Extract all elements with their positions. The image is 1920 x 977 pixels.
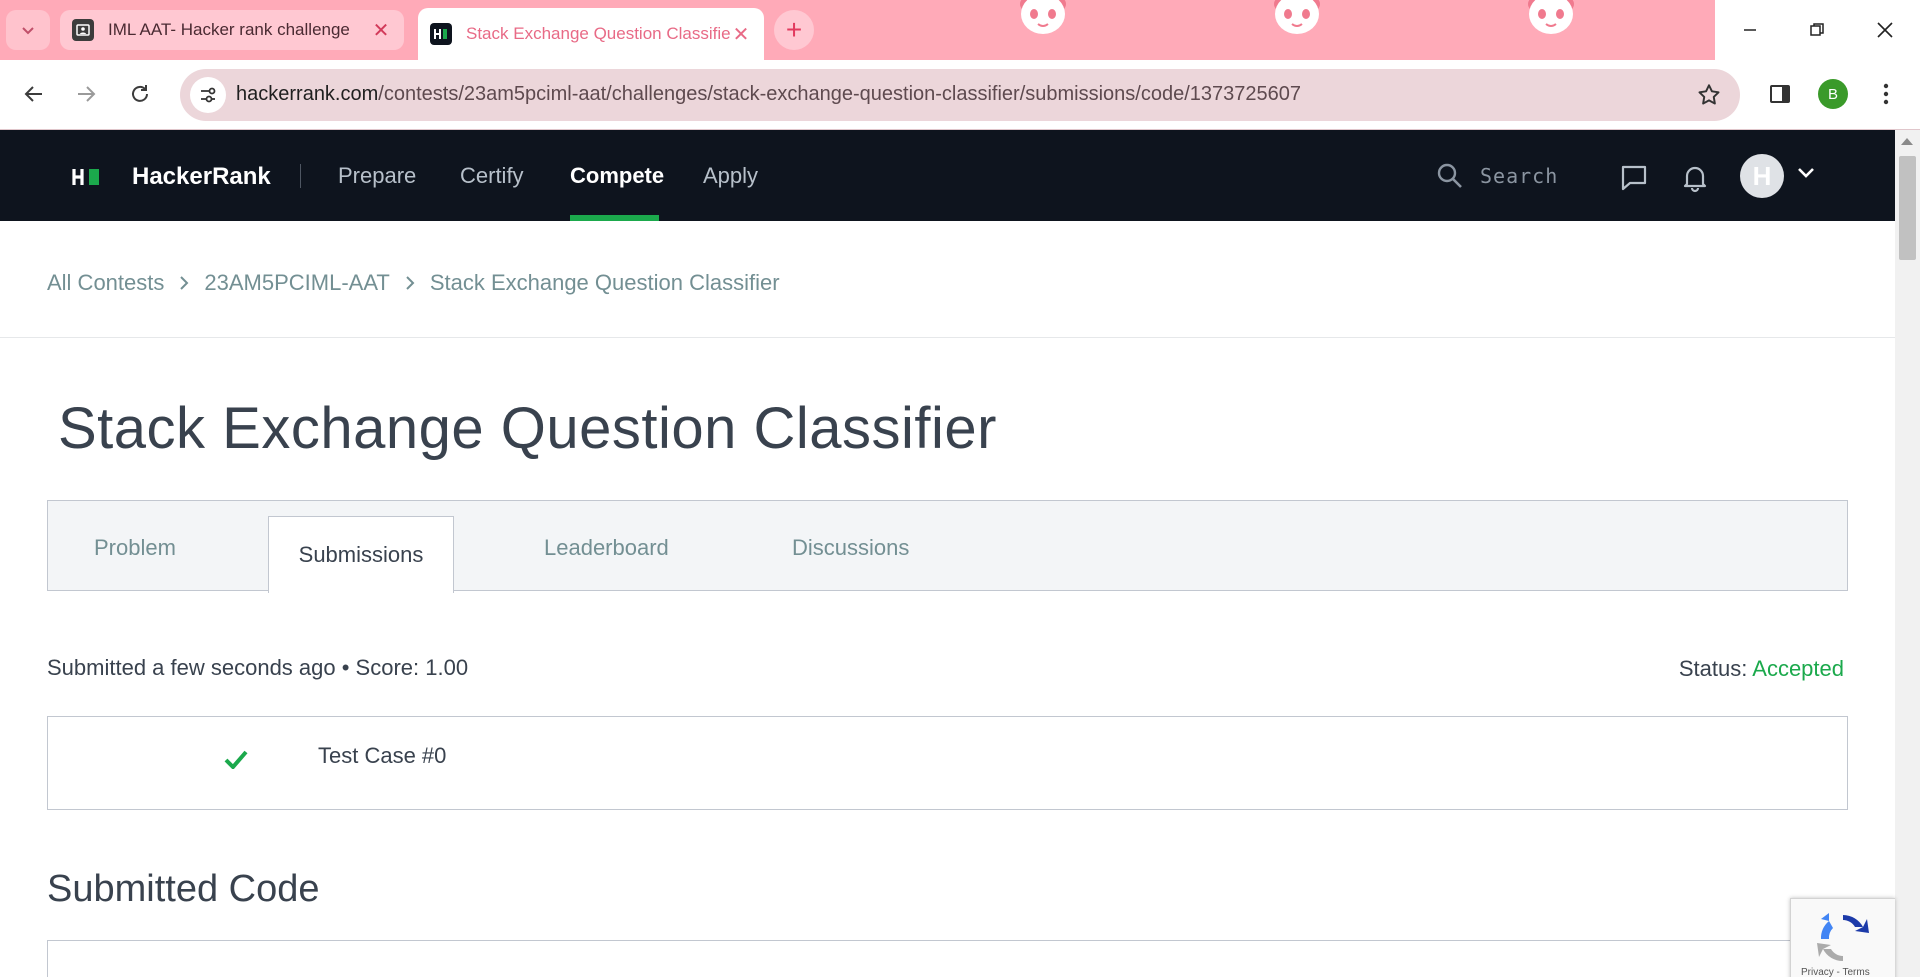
chevron-right-icon bbox=[404, 274, 416, 292]
url-path: /contests/23am5pciml-aat/challenges/stac… bbox=[378, 83, 1302, 105]
breadcrumb-all-contests[interactable]: All Contests bbox=[47, 270, 164, 296]
panda-theme-icon bbox=[1274, 0, 1320, 34]
user-avatar[interactable]: H bbox=[1740, 154, 1784, 198]
tab-title: Stack Exchange Question Classifier bbox=[466, 24, 730, 43]
notifications-button[interactable] bbox=[1679, 162, 1711, 194]
browser-tab-stack-exchange[interactable]: Stack Exchange Question Classifier ✕ bbox=[418, 8, 764, 60]
browser-menu-button[interactable] bbox=[1866, 74, 1906, 114]
new-tab-button[interactable]: + bbox=[774, 10, 814, 50]
submitted-code-heading: Submitted Code bbox=[47, 868, 320, 910]
hackerrank-navbar: HackerRank Prepare Certify Compete Apply… bbox=[0, 130, 1895, 221]
hackerrank-logo[interactable]: HackerRank bbox=[72, 163, 271, 191]
star-icon bbox=[1698, 84, 1720, 105]
breadcrumb: All Contests 23AM5PCIML-AAT Stack Exchan… bbox=[47, 270, 780, 296]
minimize-button[interactable] bbox=[1715, 0, 1785, 60]
close-icon[interactable]: ✕ bbox=[370, 19, 392, 42]
chevron-down-icon bbox=[1798, 168, 1814, 178]
browser-toolbar: hackerrank.com/contests/23am5pciml-aat/c… bbox=[0, 60, 1920, 130]
brand-name: HackerRank bbox=[132, 163, 271, 190]
nav-link-certify[interactable]: Certify bbox=[460, 163, 524, 189]
search-icon bbox=[1437, 163, 1462, 188]
tab-search-button[interactable] bbox=[6, 10, 50, 50]
status-label: Status: bbox=[1678, 656, 1748, 681]
close-window-button[interactable] bbox=[1850, 0, 1920, 60]
url-host: hackerrank.com bbox=[236, 83, 379, 105]
tab-problem[interactable]: Problem bbox=[94, 535, 176, 561]
reload-button[interactable] bbox=[120, 74, 160, 114]
recaptcha-icon bbox=[1817, 913, 1869, 962]
browser-tab-strip: IML AAT- Hacker rank challenge ✕ Stack E… bbox=[0, 0, 1920, 60]
check-icon bbox=[224, 749, 248, 774]
reload-icon bbox=[132, 85, 148, 102]
chat-icon bbox=[1621, 165, 1647, 191]
search-placeholder: Search bbox=[1480, 164, 1559, 188]
tab-submissions[interactable]: Submissions bbox=[268, 516, 454, 593]
address-bar[interactable]: hackerrank.com/contests/23am5pciml-aat/c… bbox=[180, 69, 1740, 121]
chevron-down-icon bbox=[22, 27, 34, 35]
side-panel-button[interactable] bbox=[1760, 74, 1800, 114]
hackerrank-logo-icon bbox=[72, 167, 102, 187]
forward-arrow-icon bbox=[78, 86, 96, 102]
nav-link-prepare[interactable]: Prepare bbox=[338, 163, 416, 189]
status-badge: Accepted bbox=[1752, 656, 1844, 681]
side-panel-icon bbox=[1770, 85, 1790, 103]
back-button[interactable] bbox=[14, 74, 54, 114]
close-icon[interactable]: ✕ bbox=[730, 23, 752, 46]
forward-button[interactable] bbox=[66, 74, 106, 114]
tab-title: IML AAT- Hacker rank challenge bbox=[108, 20, 350, 39]
profile-avatar: B bbox=[1818, 79, 1848, 109]
url-text: hackerrank.com/contests/23am5pciml-aat/c… bbox=[236, 83, 1301, 106]
bell-icon bbox=[1683, 166, 1707, 193]
scroll-up-arrow-icon[interactable] bbox=[1901, 138, 1913, 145]
browser-tab-iml[interactable]: IML AAT- Hacker rank challenge ✕ bbox=[60, 10, 404, 50]
nav-link-apply[interactable]: Apply bbox=[703, 163, 758, 189]
submission-status: Status: Accepted bbox=[1679, 656, 1844, 682]
bookmark-button[interactable] bbox=[1696, 82, 1722, 113]
tab-discussions[interactable]: Discussions bbox=[792, 535, 909, 561]
test-case-row[interactable]: Test Case #0 bbox=[47, 716, 1848, 810]
scrollbar-thumb[interactable] bbox=[1899, 156, 1916, 260]
hackerrank-favicon-icon bbox=[430, 23, 452, 45]
divider bbox=[300, 164, 301, 188]
page-title: Stack Exchange Question Classifier bbox=[58, 396, 997, 461]
profile-button[interactable]: B bbox=[1813, 74, 1853, 114]
minimize-icon bbox=[1744, 29, 1756, 31]
classroom-icon bbox=[72, 19, 94, 41]
test-case-label: Test Case #0 bbox=[318, 743, 447, 768]
restore-icon bbox=[1810, 23, 1824, 36]
submission-info: Submitted a few seconds ago • Score: 1.0… bbox=[47, 655, 469, 680]
chevron-right-icon bbox=[178, 274, 190, 292]
nav-link-compete[interactable]: Compete bbox=[570, 163, 664, 189]
recaptcha-badge[interactable]: Privacy - Terms bbox=[1790, 898, 1895, 977]
tab-leaderboard[interactable]: Leaderboard bbox=[544, 535, 669, 561]
recaptcha-links[interactable]: Privacy - Terms bbox=[1801, 967, 1870, 977]
more-vertical-icon bbox=[1883, 83, 1889, 105]
messages-button[interactable] bbox=[1618, 162, 1650, 194]
breadcrumb-challenge: Stack Exchange Question Classifier bbox=[429, 270, 780, 295]
close-icon bbox=[1877, 22, 1893, 38]
page-scrollbar[interactable] bbox=[1895, 130, 1920, 977]
search-input[interactable]: Search bbox=[1436, 162, 1558, 190]
active-nav-indicator bbox=[570, 215, 659, 221]
divider bbox=[0, 337, 1895, 338]
profile-menu-toggle[interactable] bbox=[1796, 166, 1816, 185]
restore-button[interactable] bbox=[1782, 0, 1852, 60]
panda-theme-icon bbox=[1528, 0, 1574, 34]
breadcrumb-contest[interactable]: 23AM5PCIML-AAT bbox=[204, 270, 389, 296]
code-viewer[interactable] bbox=[47, 940, 1848, 977]
panda-theme-icon bbox=[1020, 0, 1066, 34]
back-arrow-icon bbox=[24, 86, 42, 102]
tune-icon bbox=[201, 87, 216, 103]
site-info-button[interactable] bbox=[190, 77, 226, 113]
